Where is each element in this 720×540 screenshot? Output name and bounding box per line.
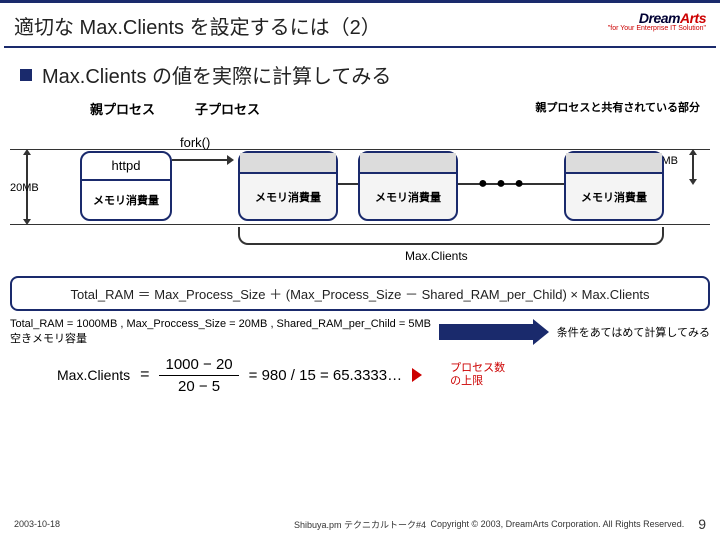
conditions-result: 条件をあてはめて計算してみる (557, 324, 710, 340)
footer-date: 2003-10-18 (14, 519, 60, 529)
child-process-box-1: メモリ消費量 (238, 151, 338, 221)
memory-label: メモリ消費量 (240, 174, 336, 219)
connector-icon (338, 183, 358, 185)
equals-sign: = (140, 366, 149, 384)
fork-arrow-icon (172, 153, 234, 167)
bullet-square-icon (20, 69, 32, 81)
shared-region-label: 親プロセスと共有されている部分 (535, 99, 700, 118)
formula-box: Total_RAM ＝ Max_Process_Size ＋ (Max_Proc… (10, 276, 710, 311)
shared-bar (360, 153, 456, 174)
child-process-box-2: メモリ消費量 (358, 151, 458, 221)
parent-process-box: httpd メモリ消費量 (80, 151, 172, 221)
logo-tagline: "for Your Enterprise IT Solution" (608, 25, 706, 32)
child-process-label: 子プロセス (195, 99, 260, 118)
ellipsis-dots-icon: ● ● ● (478, 175, 526, 193)
conditions-row: Total_RAM = 1000MB , Max_Proccess_Size =… (10, 317, 710, 348)
fraction-denominator: 20 − 5 (172, 376, 226, 395)
note-arrow-icon (412, 368, 422, 382)
title-underline (4, 46, 716, 48)
bullet-row: Max.Clients の値を実際に計算してみる (0, 56, 720, 97)
diagram-labels: 親プロセス 子プロセス 親プロセスと共有されている部分 (10, 99, 710, 118)
httpd-label: httpd (82, 153, 170, 181)
fork-label: fork() (180, 135, 210, 150)
calculation-row: Max.Clients = 1000 − 20 20 − 5 = 980 / 1… (12, 356, 708, 395)
conditions-text: Total_RAM = 1000MB , Max_Proccess_Size =… (10, 317, 431, 348)
calc-result: = 980 / 15 = 65.3333… (249, 367, 402, 384)
header: 適切な Max.Clients を設定するには（2） DreamArts "fo… (0, 3, 720, 46)
bullet-text: Max.Clients の値を実際に計算してみる (42, 60, 391, 89)
page-number: 9 (698, 516, 706, 532)
big-arrow-icon (439, 323, 549, 341)
fraction-numerator: 1000 − 20 (159, 356, 238, 376)
horizontal-line-top (10, 149, 710, 150)
memory-label: メモリ消費量 (360, 174, 456, 219)
shared-bar (566, 153, 662, 174)
process-diagram: 親プロセス 子プロセス 親プロセスと共有されている部分 20MB 5MB htt… (10, 97, 710, 272)
logo: DreamArts "for Your Enterprise IT Soluti… (608, 11, 706, 32)
size-arrow-5mb-icon (680, 149, 706, 185)
brace-bracket-icon (238, 227, 664, 245)
memory-label: メモリ消費量 (82, 181, 170, 219)
footer-center: Shibuya.pm テクニカルトーク#4 (294, 518, 426, 531)
process-limit-note: プロセス数 の上限 (450, 362, 505, 388)
size-20mb-label: 20MB (10, 182, 39, 194)
footer-copyright: Copyright © 2003, DreamArts Corporation.… (430, 519, 684, 529)
parent-process-label: 親プロセス (90, 99, 155, 118)
shared-bar (240, 153, 336, 174)
horizontal-line-bottom (10, 224, 710, 225)
memory-label: メモリ消費量 (566, 174, 662, 219)
slide-title: 適切な Max.Clients を設定するには（2） (14, 11, 381, 44)
calc-lhs: Max.Clients (57, 367, 130, 383)
logo-text: DreamArts (608, 11, 706, 25)
footer: 2003-10-18 Shibuya.pm テクニカルトーク#4 Copyrig… (0, 516, 720, 532)
conditions-line1: Total_RAM = 1000MB , Max_Proccess_Size =… (10, 317, 431, 332)
child-process-box-n: メモリ消費量 (564, 151, 664, 221)
brace-label: Max.Clients (405, 249, 468, 263)
fraction: 1000 − 20 20 − 5 (159, 356, 238, 395)
conditions-line2: 空きメモリ容量 (10, 332, 431, 347)
